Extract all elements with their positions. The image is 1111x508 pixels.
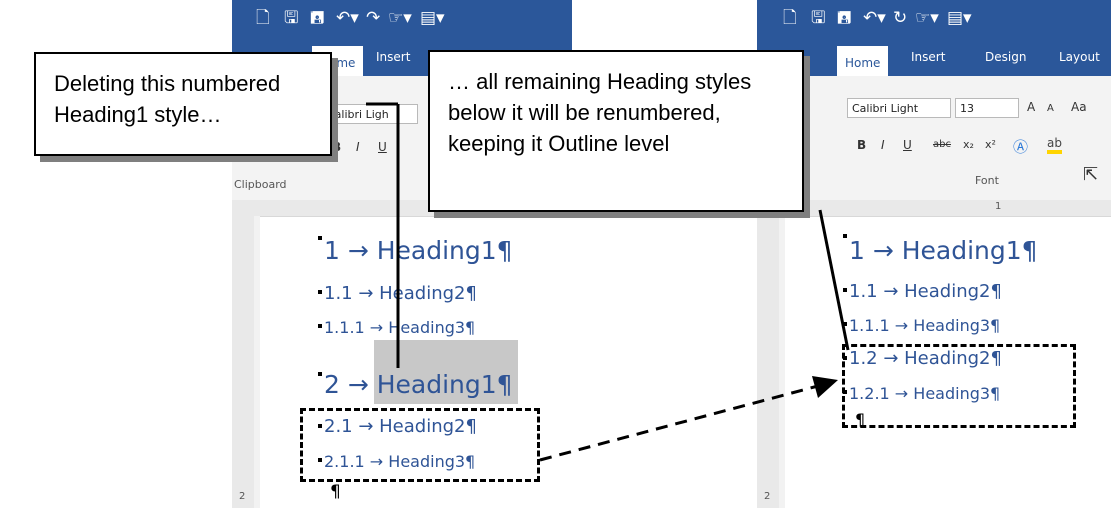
right-callout-connector <box>818 209 850 351</box>
left-callout: Deleting this numbered Heading1 style… <box>34 52 332 156</box>
right-callout: … all remaining Heading styles below it … <box>428 50 804 212</box>
arrow-head <box>812 376 838 398</box>
dashed-arrow <box>539 384 819 462</box>
